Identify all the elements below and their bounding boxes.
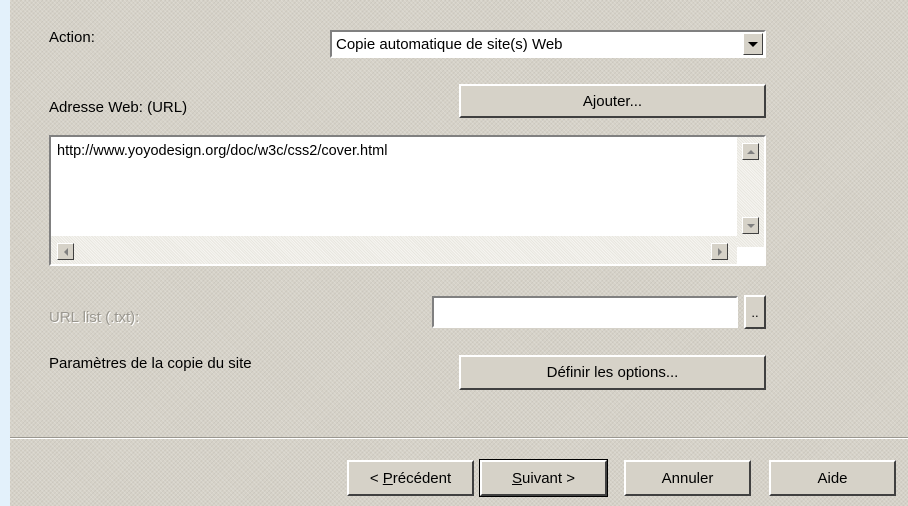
scroll-up-icon: [746, 149, 755, 154]
action-dropdown-button[interactable]: [743, 33, 763, 55]
url-label: Adresse Web: (URL): [49, 99, 188, 116]
next-button-label: Suivant >: [512, 469, 575, 487]
set-options-button-label: Définir les options...: [546, 364, 679, 381]
action-select-value: Copie automatique de site(s) Web: [336, 36, 563, 53]
cancel-button[interactable]: Annuler: [624, 460, 751, 496]
browse-url-list-button[interactable]: ..: [744, 295, 766, 329]
cancel-button-label: Annuler: [661, 469, 714, 487]
scroll-left-icon: [63, 247, 68, 256]
previous-button[interactable]: < Précédent: [347, 460, 474, 496]
set-options-button[interactable]: Définir les options...: [459, 355, 766, 390]
scroll-right-button[interactable]: [711, 243, 728, 260]
horizontal-scroll-track[interactable]: [51, 236, 737, 264]
action-label: Action:: [49, 29, 95, 46]
url-list-label: URL list (.txt):: [49, 309, 140, 326]
copy-params-label: Paramètres de la copie du site: [49, 355, 252, 372]
previous-button-label: < Précédent: [369, 469, 452, 487]
dropdown-arrow-icon: [748, 41, 758, 47]
footer-separator: [10, 437, 908, 439]
url-textarea[interactable]: http://www.yoyodesign.org/doc/w3c/css2/c…: [49, 135, 766, 266]
scroll-down-icon: [746, 223, 755, 228]
add-url-button[interactable]: Ajouter...: [459, 84, 766, 118]
browse-url-list-label: ..: [751, 304, 759, 320]
scroll-left-button[interactable]: [57, 243, 74, 260]
next-button[interactable]: Suivant >: [479, 459, 608, 497]
url-text: http://www.yoyodesign.org/doc/w3c/css2/c…: [57, 143, 388, 159]
help-button-label: Aide: [817, 469, 848, 487]
add-url-button-label: Ajouter...: [582, 92, 643, 110]
scroll-right-icon: [717, 247, 722, 256]
action-select[interactable]: Copie automatique de site(s) Web: [330, 30, 766, 58]
help-button[interactable]: Aide: [769, 460, 896, 496]
scroll-up-button[interactable]: [742, 143, 759, 160]
url-list-input[interactable]: [432, 296, 738, 328]
scroll-down-button[interactable]: [742, 217, 759, 234]
